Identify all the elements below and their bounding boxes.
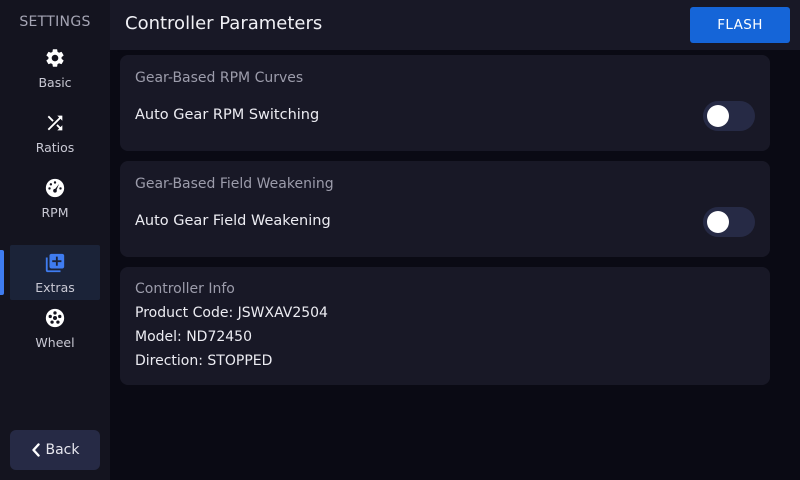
- sidebar-item-extras[interactable]: Extras: [10, 245, 100, 300]
- toggle-knob: [707, 211, 729, 233]
- speedometer-icon: [45, 178, 65, 198]
- sidebar-title: SETTINGS: [19, 14, 91, 30]
- section-title: Gear-Based RPM Curves: [135, 70, 304, 86]
- sidebar-item-ratios[interactable]: Ratios: [10, 105, 100, 160]
- section-title: Controller Info: [135, 281, 235, 297]
- shuffle-icon: [47, 115, 63, 131]
- toggle-label: Auto Gear RPM Switching: [135, 107, 320, 123]
- direction: Direction: STOPPED: [135, 353, 273, 369]
- auto-gear-rpm-switching-toggle[interactable]: [703, 101, 755, 131]
- page-title: Controller Parameters: [125, 13, 323, 34]
- sidebar-item-rpm[interactable]: RPM: [10, 170, 100, 225]
- gear-icon: [46, 49, 64, 67]
- sidebar: SETTINGS Basic Ratios RPM Extras Wheel B…: [0, 0, 110, 480]
- controller-info-card: Controller Info Product Code: JSWXAV2504…: [120, 267, 770, 385]
- sidebar-item-label: RPM: [41, 205, 69, 220]
- model: Model: ND72450: [135, 329, 252, 345]
- product-code: Product Code: JSWXAV2504: [135, 305, 328, 321]
- back-button-label: Back: [45, 442, 80, 458]
- section-title: Gear-Based Field Weakening: [135, 176, 334, 192]
- active-nav-indicator: [0, 250, 4, 295]
- back-button[interactable]: Back: [10, 430, 100, 470]
- header: Controller Parameters FLASH: [110, 0, 800, 50]
- sidebar-item-wheel[interactable]: Wheel: [10, 300, 100, 355]
- sidebar-item-label: Basic: [38, 75, 72, 90]
- wheel-icon: [45, 308, 65, 328]
- sidebar-item-label: Extras: [35, 280, 75, 295]
- auto-gear-field-weakening-toggle[interactable]: [703, 207, 755, 237]
- toggle-label: Auto Gear Field Weakening: [135, 213, 331, 229]
- sidebar-item-label: Ratios: [35, 140, 75, 155]
- add-collection-icon: [45, 253, 65, 273]
- chevron-left-icon: [31, 443, 40, 457]
- flash-button[interactable]: FLASH: [690, 7, 790, 43]
- rpm-curves-card: Gear-Based RPM Curves Auto Gear RPM Swit…: [120, 55, 770, 151]
- sidebar-item-basic[interactable]: Basic: [10, 40, 100, 95]
- field-weakening-card: Gear-Based Field Weakening Auto Gear Fie…: [120, 161, 770, 257]
- toggle-knob: [707, 105, 729, 127]
- sidebar-item-label: Wheel: [35, 335, 75, 350]
